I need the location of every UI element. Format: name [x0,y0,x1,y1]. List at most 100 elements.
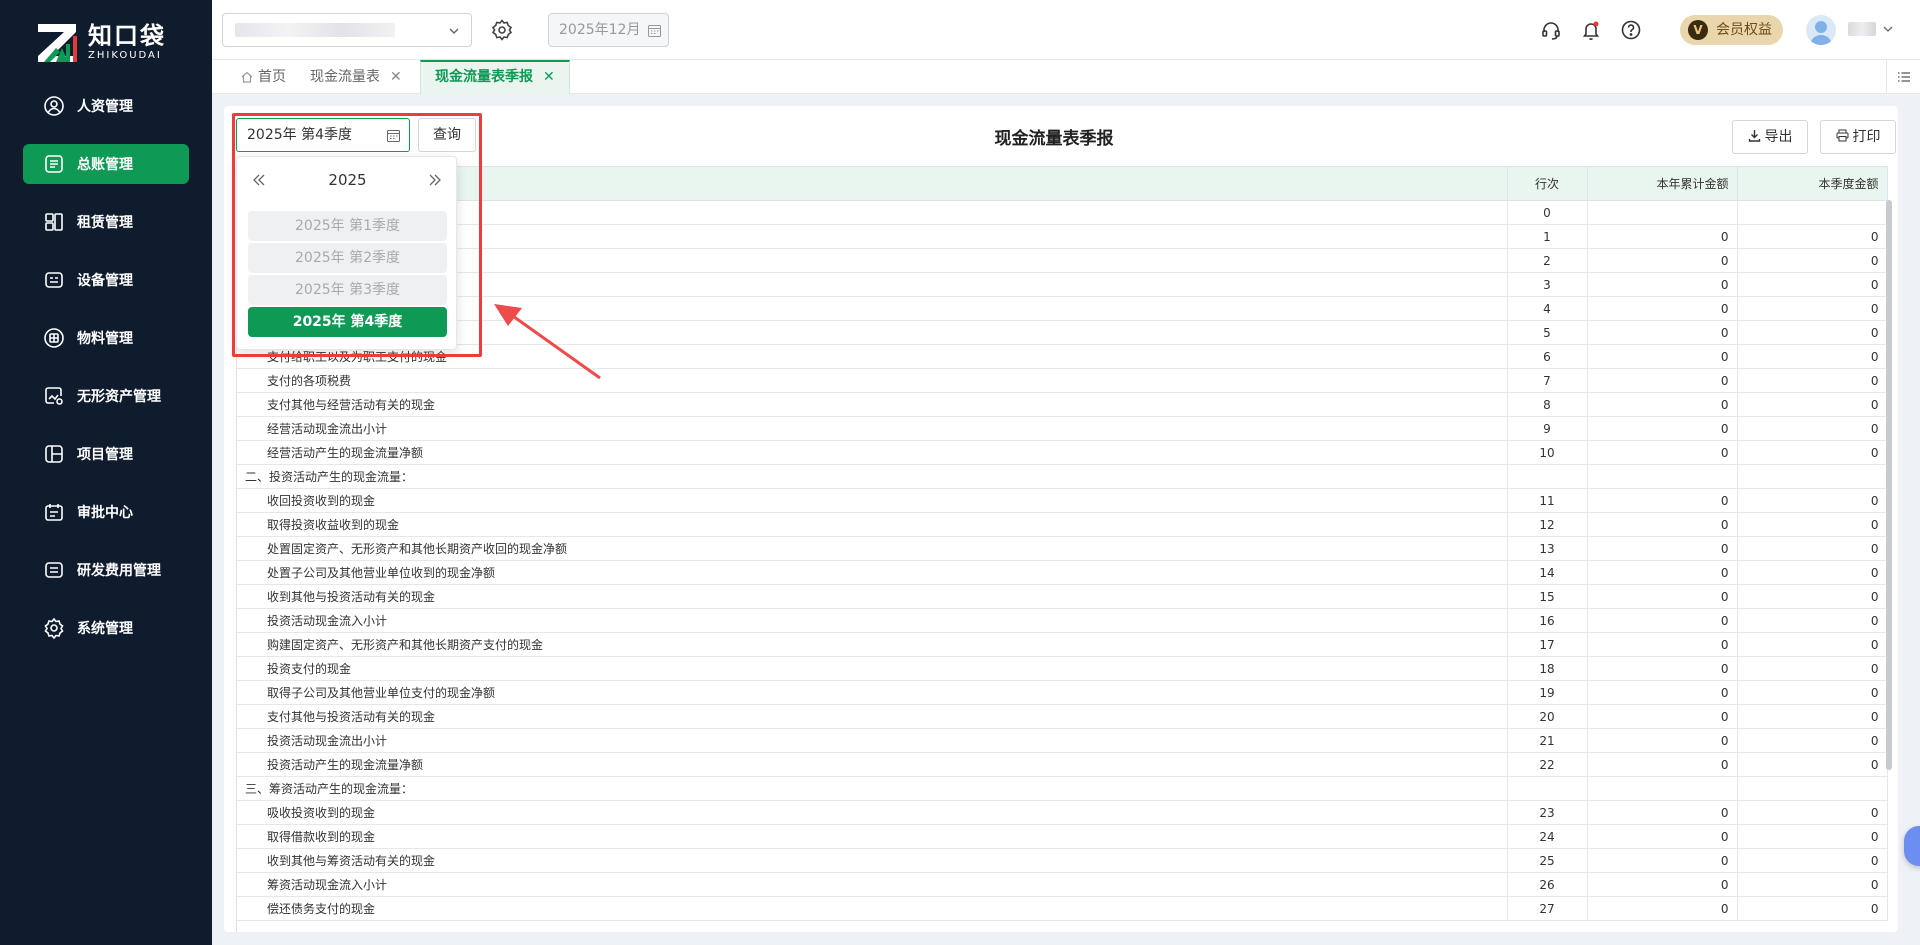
sidebar-item-approval[interactable]: 审批中心 [23,492,189,532]
export-button[interactable]: 导出 [1732,120,1808,154]
row-ytd-amount: 0 [1587,848,1738,873]
row-item-name: 二、投资活动产生的现金流量： [237,464,1508,489]
tab-label: 首页 [258,69,286,85]
list-menu-icon [1897,72,1910,82]
row-ytd-amount: 0 [1587,440,1738,465]
sidebar-item-intangible[interactable]: 无形资产管理 [23,376,189,416]
row-ytd-amount: 0 [1587,248,1738,273]
headset-icon[interactable] [1540,19,1562,41]
help-icon[interactable] [1620,19,1642,41]
company-select[interactable] [222,13,472,47]
sidebar-item-label: 无形资产管理 [77,389,161,405]
member-benefits-button[interactable]: V 会员权益 [1680,15,1783,45]
row-line-no: 13 [1507,536,1588,561]
notification-bell-icon[interactable] [1580,19,1602,41]
row-item-name: 取得借款收到的现金 [237,824,1508,849]
row-quarter-amount: 0 [1737,800,1888,825]
brand-logo[interactable]: 知口袋 ZHIKOUDAI [36,20,166,66]
row-ytd-amount [1587,200,1738,225]
settings-gear-icon[interactable] [490,18,514,42]
sidebar-item-material[interactable]: 物料管理 [23,318,189,358]
sidebar-item-system[interactable]: 系统管理 [23,608,189,648]
row-ytd-amount: 0 [1587,752,1738,777]
row-quarter-amount: 0 [1737,488,1888,513]
avatar[interactable] [1806,15,1836,45]
tab-cash-flow[interactable]: 现金流量表 ✕ [296,60,416,94]
row-quarter-amount: 0 [1737,320,1888,345]
table-row: 200 [237,248,1888,273]
row-item-name: 处置子公司及其他营业单位收到的现金净额 [237,560,1508,585]
row-item-name: 取得投资收益收到的现金 [237,512,1508,537]
table-row: 支付其他与经营活动有关的现金 8 0 0 [237,392,1888,417]
double-chevron-right-icon[interactable] [427,173,443,187]
table-scrollbar[interactable] [1886,200,1892,770]
row-ytd-amount: 0 [1587,872,1738,897]
row-ytd-amount: 0 [1587,728,1738,753]
tab-label: 现金流量表季报 [435,69,533,85]
row-ytd-amount: 0 [1587,632,1738,657]
row-line-no: 12 [1507,512,1588,537]
row-line-no: 18 [1507,656,1588,681]
quarter-option-q3[interactable]: 2025年 第3季度 [248,275,447,305]
table-row: 取得子公司及其他营业单位支付的现金净额 19 0 0 [237,680,1888,705]
table-row: 收到其他与筹资活动有关的现金 25 0 0 [237,848,1888,873]
row-quarter-amount: 0 [1737,608,1888,633]
row-quarter-amount: 0 [1737,824,1888,849]
sidebar-item-lease[interactable]: 租赁管理 [23,202,189,242]
row-line-no: 23 [1507,800,1588,825]
table-row: 三、筹资活动产生的现金流量： [237,776,1888,801]
approval-icon [43,501,65,523]
row-item-name: 支付其他与投资活动有关的现金 [237,704,1508,729]
row-line-no [1507,464,1588,489]
chat-float-button[interactable] [1904,826,1920,866]
quarter-option-q1[interactable]: 2025年 第1季度 [248,211,447,241]
quarter-option-q4[interactable]: 2025年 第4季度 [248,307,447,337]
row-ytd-amount: 0 [1587,896,1738,921]
company-name-redacted [235,23,395,37]
row-ytd-amount: 0 [1587,296,1738,321]
project-icon [43,443,65,465]
row-quarter-amount: 0 [1737,680,1888,705]
row-item-name: 处置固定资产、无形资产和其他长期资产收回的现金净额 [237,536,1508,561]
close-icon[interactable]: ✕ [390,69,402,85]
sidebar-item-label: 物料管理 [77,331,133,347]
sidebar-item-device[interactable]: 设备管理 [23,260,189,300]
sidebar-item-rd[interactable]: 研发费用管理 [23,550,189,590]
close-icon[interactable]: ✕ [543,69,555,85]
row-line-no: 0 [1507,200,1588,225]
member-v-badge: V [1688,20,1708,40]
column-header-ytd-amount: 本年累计金额 [1587,166,1738,201]
row-quarter-amount: 0 [1737,272,1888,297]
row-item-name: 收回投资收到的现金 [237,488,1508,513]
quarter-option-q2[interactable]: 2025年 第2季度 [248,243,447,273]
row-ytd-amount: 0 [1587,512,1738,537]
column-header-line-no: 行次 [1507,166,1588,201]
period-value: 2025年12月 [559,22,641,38]
row-quarter-amount: 0 [1737,632,1888,657]
table-body: 0 1 0 0 2 0 0 3 0 0 4 0 0 5 0 0 支付给职工以及为职工支付的现金 6 0 0 支付的各项税… [237,200,1888,921]
tab-home[interactable]: 首页 [226,60,300,94]
chevron-down-icon[interactable] [1882,23,1894,35]
sidebar-item-hr[interactable]: 人资管理 [23,86,189,126]
row-line-no: 22 [1507,752,1588,777]
print-button[interactable]: 打印 [1820,120,1896,154]
row-item-name: 投资活动产生的现金流量净额 [237,752,1508,777]
period-picker[interactable]: 2025年12月 [548,13,669,47]
print-label: 打印 [1852,129,1881,145]
row-quarter-amount: 0 [1737,896,1888,921]
tab-cash-flow-quarterly[interactable]: 现金流量表季报 ✕ [420,60,570,94]
quarter-picker-header: 2025 [237,157,458,203]
row-item-name: 筹资活动现金流入小计 [237,872,1508,897]
tab-label: 现金流量表 [310,69,380,85]
row-line-no: 1 [1507,224,1588,249]
tabs-menu-button[interactable] [1886,60,1920,94]
cash-flow-table-container[interactable]: 行次 本年累计金额 本季度金额 0 1 0 0 2 0 0 3 0 0 4 0 0 5 0 0 支付给职工以及为… [236,166,1896,932]
page-tabs: 首页 现金流量表 ✕ 现金流量表季报 ✕ [212,60,1920,94]
table-row: 筹资活动现金流入小计 26 0 0 [237,872,1888,897]
ledger-icon [43,153,65,175]
material-icon [43,327,65,349]
row-line-no: 16 [1507,608,1588,633]
sidebar-item-project[interactable]: 项目管理 [23,434,189,474]
brand-name-cn: 知口袋 [88,22,166,50]
sidebar-item-ledger[interactable]: 总账管理 [23,144,189,184]
